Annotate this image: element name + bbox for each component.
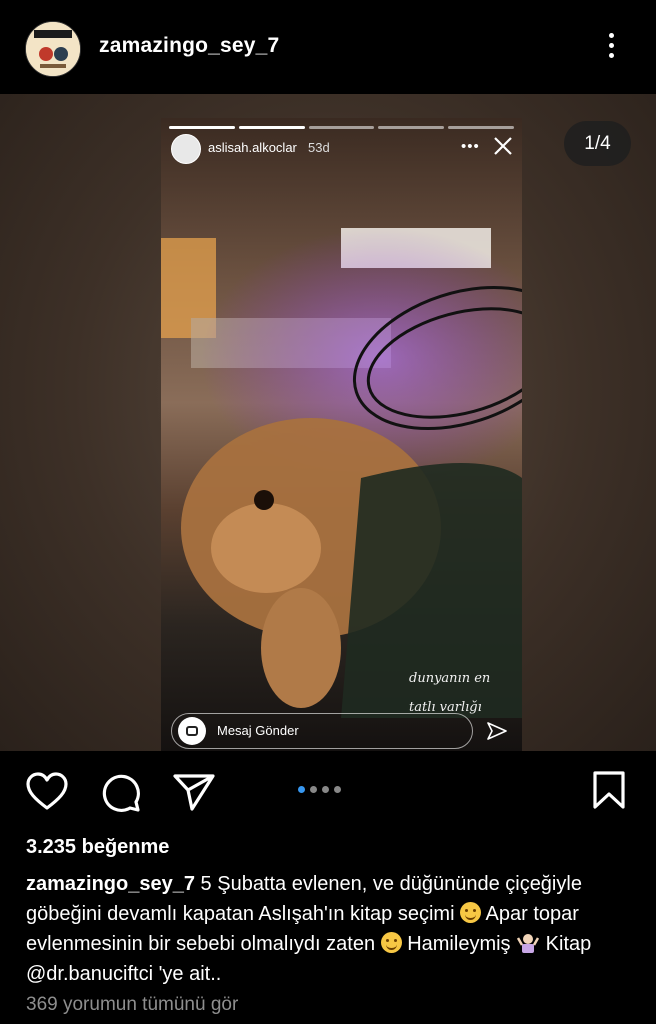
carousel-dot bbox=[322, 786, 329, 793]
story-avatar-icon[interactable] bbox=[171, 134, 201, 164]
bookmark-icon[interactable] bbox=[592, 770, 626, 810]
like-count[interactable]: 3.235 beğenme bbox=[26, 836, 169, 859]
carousel-counter: 1/4 bbox=[564, 121, 631, 166]
view-comments-link[interactable]: 369 yorumun tümünü gör bbox=[26, 994, 238, 1016]
story-caption-line1: dunyanın en bbox=[409, 671, 491, 686]
story-close-icon[interactable] bbox=[491, 134, 515, 158]
carousel-dot bbox=[310, 786, 317, 793]
post-header: zamazingo_sey_7 bbox=[0, 0, 656, 94]
story-screenshot: aslisah.alkoclar 53d ••• dunyanın en tat… bbox=[161, 118, 522, 751]
story-time: 53d bbox=[308, 140, 330, 155]
shrug-emoji-icon bbox=[517, 934, 540, 953]
more-vertical-icon[interactable] bbox=[600, 30, 622, 66]
smile-emoji-icon bbox=[380, 932, 402, 953]
carousel-dot bbox=[334, 786, 341, 793]
story-photo bbox=[161, 118, 522, 751]
caption-username[interactable]: zamazingo_sey_7 bbox=[26, 873, 195, 895]
post-username[interactable]: zamazingo_sey_7 bbox=[99, 34, 279, 58]
post-caption: zamazingo_sey_7 5 Şubatta evlenen, ve dü… bbox=[26, 869, 626, 989]
story-message-input[interactable]: Mesaj Gönder bbox=[171, 713, 473, 749]
story-message-placeholder: Mesaj Gönder bbox=[217, 723, 299, 738]
send-icon[interactable] bbox=[172, 772, 216, 812]
camera-icon[interactable] bbox=[178, 717, 206, 745]
story-progress bbox=[169, 126, 514, 129]
caption-text-3: Hamileymiş bbox=[407, 933, 511, 955]
post-actions bbox=[0, 752, 656, 832]
story-username[interactable]: aslisah.alkoclar bbox=[208, 140, 297, 155]
post-media[interactable]: aslisah.alkoclar 53d ••• dunyanın en tat… bbox=[0, 94, 656, 751]
smile-emoji-icon bbox=[460, 902, 482, 923]
comment-icon[interactable] bbox=[100, 772, 142, 814]
story-send-icon[interactable] bbox=[487, 721, 507, 741]
profile-avatar-icon[interactable] bbox=[25, 21, 81, 77]
heart-icon[interactable] bbox=[25, 772, 69, 812]
carousel-dots bbox=[298, 786, 341, 793]
story-more-icon[interactable]: ••• bbox=[461, 138, 480, 155]
carousel-dot-active bbox=[298, 786, 305, 793]
